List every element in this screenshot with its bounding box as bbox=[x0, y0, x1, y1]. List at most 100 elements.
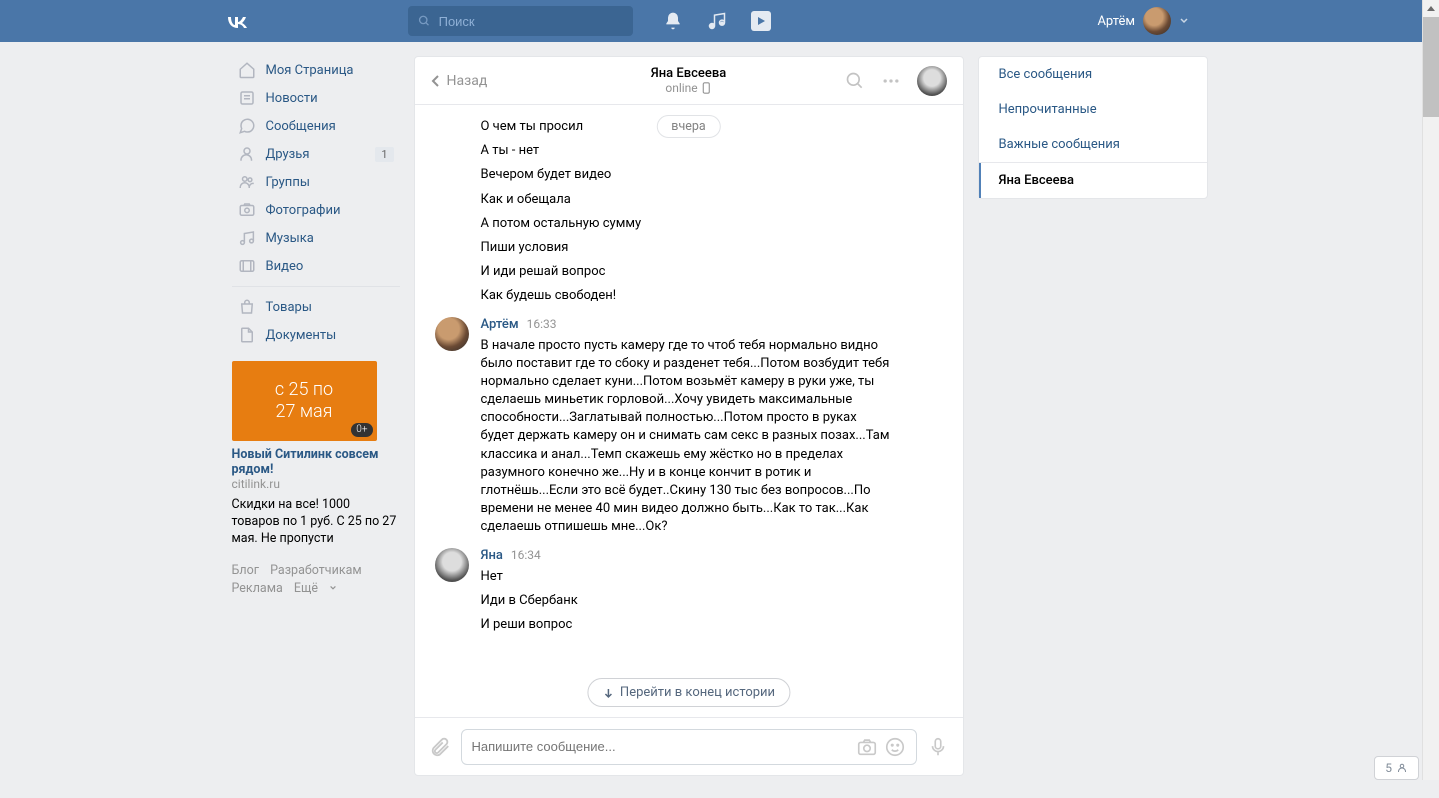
message-group: Яна16:34 Нет Иди в Сбербанк И реши вопро… bbox=[435, 548, 943, 638]
chat-title-wrap[interactable]: Яна Евсеева online bbox=[651, 66, 726, 95]
nav-groups[interactable]: Группы bbox=[232, 168, 400, 196]
music-nav-icon bbox=[238, 229, 256, 247]
message-author[interactable]: Артём bbox=[481, 317, 519, 332]
search-icon[interactable] bbox=[845, 71, 865, 91]
footer-blog[interactable]: Блог bbox=[232, 563, 259, 578]
message-avatar[interactable] bbox=[435, 317, 469, 351]
scroll-up-icon[interactable] bbox=[1423, 0, 1439, 17]
message-text: А потом остальную сумму bbox=[481, 212, 943, 236]
nav-music[interactable]: Музыка bbox=[232, 224, 400, 252]
notifications-icon[interactable] bbox=[663, 11, 683, 31]
topbar: Артём bbox=[0, 0, 1439, 42]
nav-label: Новости bbox=[266, 91, 318, 106]
nav-label: Моя Страница bbox=[266, 63, 354, 78]
message-text: В начале просто пусть камеру где то чтоб… bbox=[481, 334, 891, 540]
market-icon bbox=[238, 298, 256, 316]
ad-image: с 25 по27 мая 0+ bbox=[232, 361, 377, 441]
topbar-icons bbox=[663, 11, 771, 31]
message-author[interactable]: Яна bbox=[481, 548, 503, 563]
nav-news[interactable]: Новости bbox=[232, 84, 400, 112]
music-icon[interactable] bbox=[707, 11, 727, 31]
camera-icon[interactable] bbox=[856, 736, 878, 758]
back-label: Назад bbox=[447, 73, 488, 89]
page: Моя Страница Новости Сообщения Друзья 1 Г… bbox=[0, 42, 1439, 790]
nav-label: Группы bbox=[266, 175, 310, 190]
video-play-icon[interactable] bbox=[751, 11, 771, 31]
filter-important[interactable]: Важные сообщения bbox=[979, 127, 1207, 162]
chevron-left-icon bbox=[431, 74, 441, 88]
message-text: И реши вопрос bbox=[481, 613, 943, 637]
arrow-down-icon bbox=[602, 687, 614, 699]
mic-icon[interactable] bbox=[927, 736, 949, 758]
composer-input[interactable] bbox=[472, 739, 856, 754]
message-text: А ты - нет bbox=[481, 139, 943, 163]
jump-label: Перейти в конец истории bbox=[620, 685, 775, 700]
filter-unread[interactable]: Непрочитанные bbox=[979, 92, 1207, 127]
peer-avatar[interactable] bbox=[917, 66, 947, 96]
chat-status: online bbox=[651, 81, 726, 95]
emoji-icon[interactable] bbox=[884, 736, 906, 758]
message-text: Как будешь свободен! bbox=[481, 284, 943, 308]
nav-label: Видео bbox=[266, 259, 304, 274]
message-avatar[interactable] bbox=[435, 548, 469, 582]
composer-input-wrap[interactable] bbox=[461, 729, 917, 765]
friends-icon bbox=[238, 145, 256, 163]
nav-messages[interactable]: Сообщения bbox=[232, 112, 400, 140]
separator bbox=[232, 286, 400, 287]
messages-area[interactable]: вчера О чем ты просил А ты - нет Вечером… bbox=[415, 105, 963, 717]
nav-market[interactable]: Товары bbox=[232, 293, 400, 321]
date-pill: вчера bbox=[656, 115, 720, 138]
user-menu[interactable]: Артём bbox=[1097, 7, 1189, 35]
search-icon bbox=[418, 14, 431, 28]
message-time: 16:33 bbox=[527, 317, 557, 332]
filters-panel: Все сообщения Непрочитанные Важные сообщ… bbox=[978, 56, 1208, 199]
filter-active-conversation[interactable]: Яна Евсеева bbox=[979, 163, 1207, 198]
like-count: 5 bbox=[1385, 761, 1392, 775]
nav-label: Документы bbox=[266, 328, 337, 343]
nav-videos[interactable]: Видео bbox=[232, 252, 400, 280]
scroll-thumb[interactable] bbox=[1423, 17, 1439, 117]
left-nav: Моя Страница Новости Сообщения Друзья 1 Г… bbox=[232, 56, 400, 776]
chat-panel: Назад Яна Евсеева online вчера О чем ты … bbox=[414, 56, 964, 776]
footer-more[interactable]: Ещё bbox=[294, 581, 337, 596]
attach-icon[interactable] bbox=[429, 736, 451, 758]
search-wrap[interactable] bbox=[408, 6, 633, 36]
photos-icon bbox=[238, 201, 256, 219]
nav-my-page[interactable]: Моя Страница bbox=[232, 56, 400, 84]
filter-all[interactable]: Все сообщения bbox=[979, 57, 1207, 92]
more-icon[interactable] bbox=[881, 71, 901, 91]
nav-friends[interactable]: Друзья 1 bbox=[232, 140, 400, 168]
message-time: 16:34 bbox=[511, 548, 541, 563]
message-lines: О чем ты просил А ты - нет Вечером будет… bbox=[435, 115, 943, 309]
username-label: Артём bbox=[1097, 14, 1135, 29]
home-icon bbox=[238, 61, 256, 79]
nav-label: Товары bbox=[266, 300, 312, 315]
friends-badge: 1 bbox=[375, 147, 393, 162]
nav-photos[interactable]: Фотографии bbox=[232, 196, 400, 224]
chat-header: Назад Яна Евсеева online bbox=[415, 57, 963, 105]
person-icon bbox=[1396, 762, 1408, 774]
search-input[interactable] bbox=[439, 14, 623, 29]
jump-to-end-button[interactable]: Перейти в конец истории bbox=[587, 678, 790, 707]
message-text: И иди решай вопрос bbox=[481, 260, 943, 284]
video-icon bbox=[238, 257, 256, 275]
ad-domain: citilink.ru bbox=[232, 477, 400, 491]
message-text: Пиши условия bbox=[481, 236, 943, 260]
nav-label: Друзья bbox=[266, 147, 310, 162]
message-text: Как и обещала bbox=[481, 188, 943, 212]
message-group: Артём 16:33 В начале просто пусть камеру … bbox=[435, 317, 943, 540]
message-text: Вечером будет видео bbox=[481, 163, 943, 187]
vk-logo[interactable] bbox=[216, 9, 258, 34]
like-counter[interactable]: 5 bbox=[1374, 756, 1419, 780]
nav-docs[interactable]: Документы bbox=[232, 321, 400, 349]
footer-ads[interactable]: Реклама bbox=[232, 581, 283, 596]
footer-devs[interactable]: Разработчикам bbox=[270, 563, 362, 578]
chevron-down-icon bbox=[329, 584, 337, 592]
ad-block[interactable]: с 25 по27 мая 0+ Новый Ситилинк совсем р… bbox=[232, 361, 400, 548]
back-button[interactable]: Назад bbox=[431, 73, 488, 89]
mobile-icon bbox=[702, 82, 712, 94]
ad-title: Новый Ситилинк совсем рядом! bbox=[232, 447, 400, 477]
ad-age-badge: 0+ bbox=[351, 423, 372, 437]
nav-label: Фотографии bbox=[266, 203, 341, 218]
scrollbar[interactable] bbox=[1422, 0, 1439, 780]
